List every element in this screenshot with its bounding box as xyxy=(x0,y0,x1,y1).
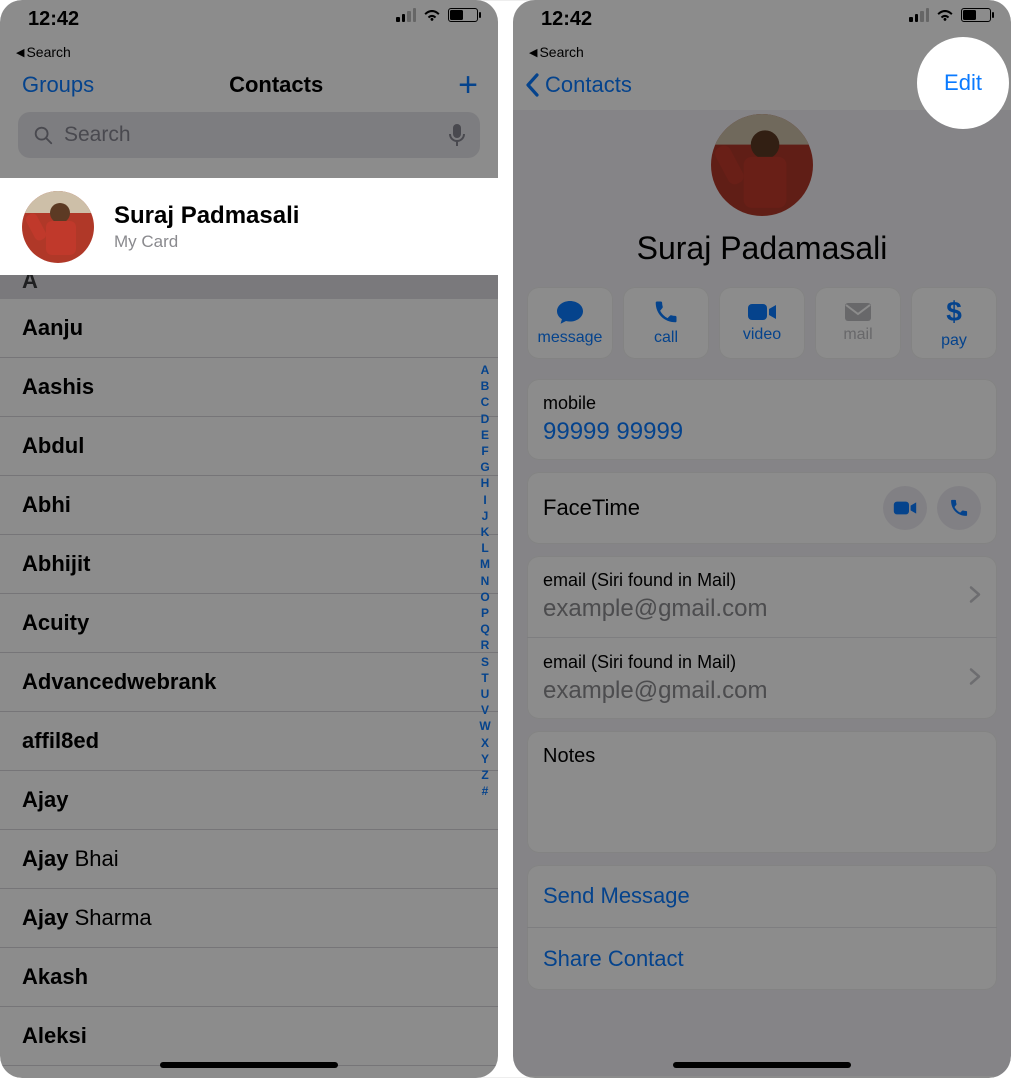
status-bar: 12:42 xyxy=(0,0,498,44)
list-item[interactable]: Ajay xyxy=(0,771,498,830)
email-label: email (Siri found in Mail) xyxy=(543,570,981,591)
chevron-left-icon xyxy=(525,73,541,97)
wifi-icon xyxy=(422,8,442,22)
message-button[interactable]: message xyxy=(527,287,613,359)
facetime-video-button[interactable] xyxy=(883,486,927,530)
home-indicator[interactable] xyxy=(160,1062,338,1068)
my-card-subtitle: My Card xyxy=(114,232,299,252)
add-contact-button[interactable]: + xyxy=(458,66,478,105)
edit-button[interactable]: Edit xyxy=(917,37,1009,129)
contact-name: Suraj Padamasali xyxy=(637,230,888,267)
status-time: 12:42 xyxy=(541,8,592,31)
list-item[interactable]: Aashis xyxy=(0,358,498,417)
email-value: example@gmail.com xyxy=(543,595,981,623)
chevron-right-icon xyxy=(969,667,981,690)
status-time: 12:42 xyxy=(28,8,79,31)
notes-card[interactable]: Notes xyxy=(527,731,997,853)
list-item[interactable]: Ajay Sharma xyxy=(0,889,498,948)
battery-icon xyxy=(961,8,991,22)
send-message-button[interactable]: Send Message xyxy=(527,865,997,927)
mail-button: mail xyxy=(815,287,901,359)
contacts-list[interactable]: Aanju Aashis Abdul Abhi Abhijit Acuity A… xyxy=(0,299,498,1066)
video-icon xyxy=(747,302,777,322)
mail-icon xyxy=(844,302,872,322)
list-item[interactable]: Aleksi xyxy=(0,1007,498,1066)
email-row[interactable]: email (Siri found in Mail) example@gmail… xyxy=(527,637,997,719)
facetime-label: FaceTime xyxy=(543,495,640,521)
search-placeholder: Search xyxy=(64,123,131,147)
links-card: Send Message Share Contact xyxy=(527,865,997,990)
phone-card[interactable]: mobile 99999 99999 xyxy=(527,379,997,460)
home-indicator[interactable] xyxy=(673,1062,851,1068)
notes-label[interactable]: Notes xyxy=(527,731,997,853)
pay-button[interactable]: $ pay xyxy=(911,287,997,359)
nav-bar: Groups Contacts + xyxy=(0,62,498,110)
list-item[interactable]: Aanju xyxy=(0,299,498,358)
avatar xyxy=(22,191,94,263)
search-icon xyxy=(32,124,54,146)
phone-icon xyxy=(653,299,679,325)
alpha-index[interactable]: ABCDEFGHIJKLMNOPQRSTUVWXYZ# xyxy=(476,362,494,799)
page-title: Contacts xyxy=(229,72,323,98)
email-value: example@gmail.com xyxy=(543,677,981,705)
video-icon xyxy=(893,500,917,516)
email-card: email (Siri found in Mail) example@gmail… xyxy=(527,556,997,719)
groups-button[interactable]: Groups xyxy=(22,72,94,98)
list-item[interactable]: Ajay Bhai xyxy=(0,830,498,889)
message-icon xyxy=(555,299,585,325)
my-card-row[interactable]: Suraj Padmasali My Card xyxy=(0,178,498,275)
list-item[interactable]: Akash xyxy=(0,948,498,1007)
cell-signal-icon xyxy=(909,8,929,22)
facetime-card: FaceTime xyxy=(527,472,997,544)
mobile-value[interactable]: 99999 99999 xyxy=(543,418,981,446)
email-row[interactable]: email (Siri found in Mail) example@gmail… xyxy=(527,556,997,637)
list-item[interactable]: Abdul xyxy=(0,417,498,476)
email-label: email (Siri found in Mail) xyxy=(543,652,981,673)
list-item[interactable]: Abhi xyxy=(0,476,498,535)
video-button[interactable]: video xyxy=(719,287,805,359)
profile-header: Suraj Padamasali xyxy=(513,110,1011,277)
share-contact-button[interactable]: Share Contact xyxy=(527,927,997,990)
facetime-audio-button[interactable] xyxy=(937,486,981,530)
cell-signal-icon xyxy=(396,8,416,22)
action-row: message call video mail $ pay xyxy=(513,277,1011,373)
list-item[interactable]: affil8ed xyxy=(0,712,498,771)
search-input[interactable]: Search xyxy=(18,112,480,158)
list-item[interactable]: Abhijit xyxy=(0,535,498,594)
mic-icon[interactable] xyxy=(448,123,466,147)
back-button[interactable]: Contacts xyxy=(525,72,632,98)
breadcrumb-back-search[interactable]: ◀Search xyxy=(0,44,498,62)
status-bar: 12:42 xyxy=(513,0,1011,44)
wifi-icon xyxy=(935,8,955,22)
list-item[interactable]: Advancedwebrank xyxy=(0,653,498,712)
chevron-right-icon xyxy=(969,585,981,608)
battery-icon xyxy=(448,8,478,22)
dollar-icon: $ xyxy=(946,296,962,328)
call-button[interactable]: call xyxy=(623,287,709,359)
phone-icon xyxy=(949,498,969,518)
my-card-name: Suraj Padmasali xyxy=(114,202,299,230)
mobile-label: mobile xyxy=(543,393,981,414)
list-item[interactable]: Acuity xyxy=(0,594,498,653)
avatar[interactable] xyxy=(711,114,813,216)
